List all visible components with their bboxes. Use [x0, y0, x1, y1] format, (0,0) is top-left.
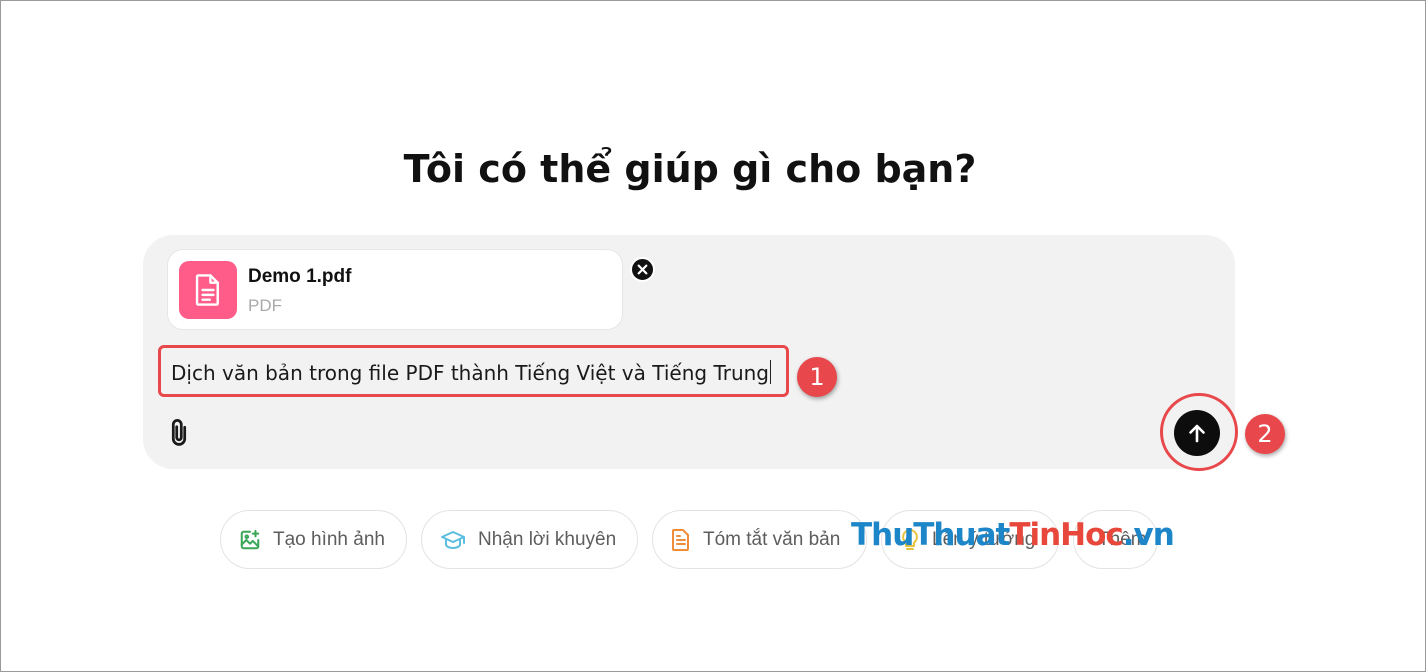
- chip-summarize-text-label: Tóm tắt văn bản: [703, 528, 841, 550]
- text-caret: [770, 360, 771, 384]
- suggestion-chips: Tạo hình ảnh Nhận lời khuyên Tóm tắt văn…: [1, 510, 1426, 570]
- chip-get-advice-label: Nhận lời khuyên: [478, 528, 617, 550]
- document-icon: [672, 528, 689, 551]
- chip-summarize-text[interactable]: Tóm tắt văn bản: [652, 510, 867, 569]
- document-icon: [195, 274, 219, 306]
- file-thumbnail: [179, 261, 237, 319]
- chip-create-image[interactable]: Tạo hình ảnh: [220, 510, 407, 569]
- prompt-input[interactable]: Dịch văn bản trong file PDF thành Tiếng …: [158, 345, 789, 397]
- step-2-badge: 2: [1245, 414, 1285, 454]
- message-composer: Demo 1.pdf PDF Dịch văn bản trong file P…: [143, 235, 1285, 471]
- app-window: Tôi có thể giúp gì cho bạn? Demo 1.pdf P…: [0, 0, 1426, 672]
- attachment-card[interactable]: Demo 1.pdf PDF: [167, 249, 655, 330]
- attachment-file-name: Demo 1.pdf: [248, 266, 352, 287]
- close-icon: [637, 264, 648, 275]
- remove-attachment-button[interactable]: [630, 257, 655, 282]
- send-button[interactable]: [1174, 410, 1220, 456]
- chip-get-advice[interactable]: Nhận lời khuyên: [421, 510, 638, 569]
- image-create-icon: [240, 529, 260, 549]
- paperclip-icon: [171, 419, 187, 446]
- attachment-file-type: PDF: [248, 296, 282, 315]
- watermark: ThuThuatTinHoc.vn: [851, 517, 1175, 553]
- prompt-input-value: Dịch văn bản trong file PDF thành Tiếng …: [171, 360, 771, 385]
- step-1-badge: 1: [797, 357, 837, 397]
- chip-create-image-label: Tạo hình ảnh: [273, 528, 385, 550]
- attach-file-button[interactable]: [165, 417, 193, 449]
- arrow-up-icon: [1189, 424, 1205, 443]
- page-title: Tôi có thể giúp gì cho bạn?: [403, 147, 977, 191]
- graduation-cap-icon: [441, 530, 465, 549]
